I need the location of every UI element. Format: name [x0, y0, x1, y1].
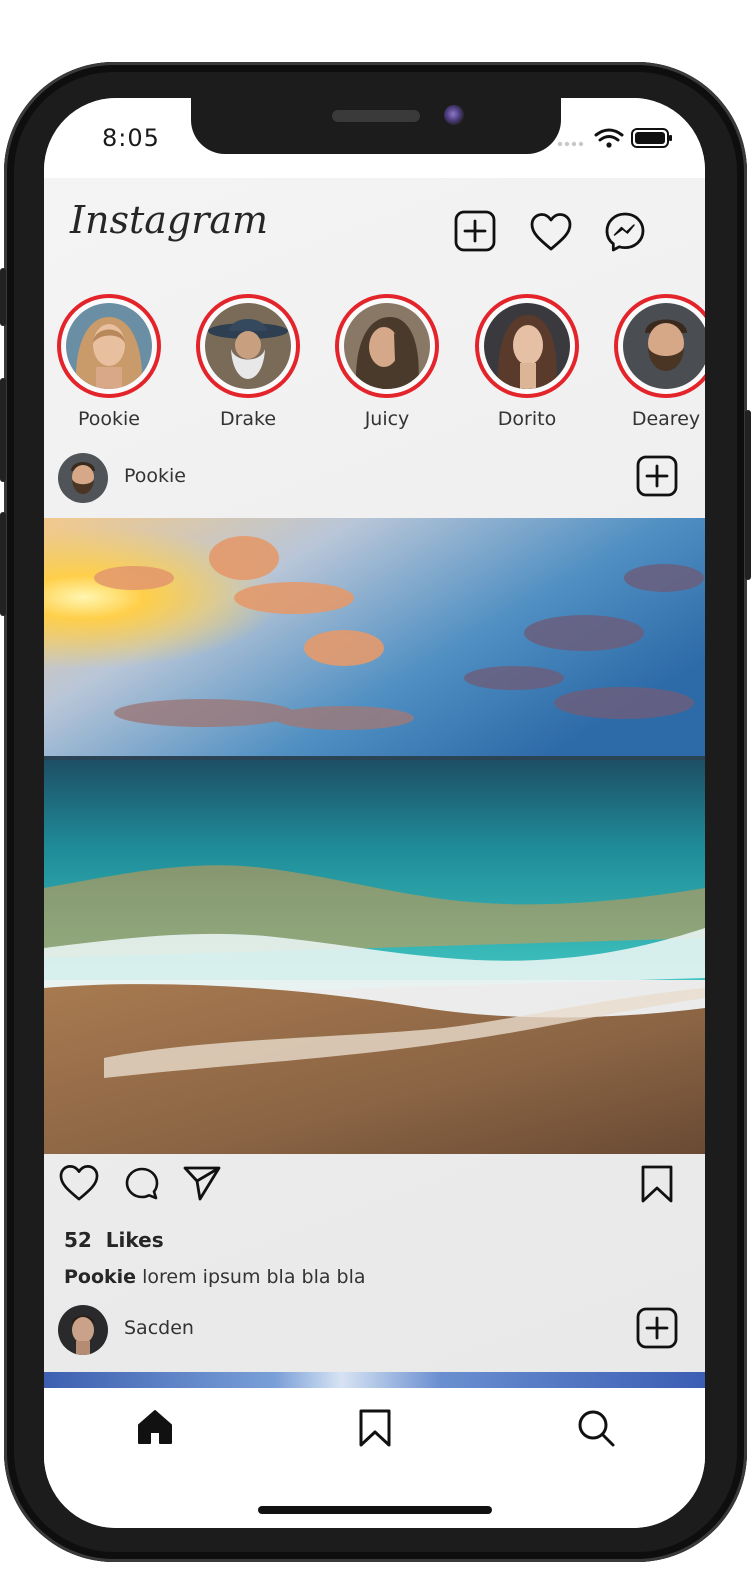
post-caption: Pookie lorem ipsum bla bla bla: [64, 1266, 366, 1288]
messenger-icon[interactable]: [604, 211, 646, 257]
volume-up-button: [0, 378, 6, 482]
post-image[interactable]: [44, 518, 705, 1154]
story-avatar: [205, 303, 291, 389]
instagram-logo: Instagram: [70, 198, 269, 242]
story-item[interactable]: Dorito: [467, 294, 587, 430]
wifi-icon: [594, 128, 624, 148]
story-name: Juicy: [364, 408, 410, 430]
avatar[interactable]: [58, 1305, 108, 1355]
add-post-icon[interactable]: [454, 210, 496, 256]
power-button: [745, 410, 751, 580]
avatar[interactable]: [58, 453, 108, 503]
screen: 8:05 Instagram Pookie Drake Juicy Dorito…: [44, 98, 705, 1528]
home-icon[interactable]: [136, 1408, 174, 1450]
volume-down-button: [0, 512, 6, 616]
likes-number: 52: [64, 1228, 92, 1252]
bookmark-icon[interactable]: [640, 1164, 674, 1208]
mute-switch: [0, 268, 6, 326]
story-name: Pookie: [77, 408, 140, 430]
story-avatar: [623, 303, 705, 389]
tab-bar: [44, 1388, 705, 1528]
story-avatar: [344, 303, 430, 389]
story-ring: [335, 294, 439, 398]
front-camera: [444, 105, 464, 125]
likes-label: Likes: [105, 1228, 164, 1252]
story-avatar: [66, 303, 152, 389]
post-header: Pookie: [44, 443, 705, 513]
story-avatar: [484, 303, 570, 389]
comment-icon[interactable]: [124, 1166, 160, 1206]
story-item[interactable]: Dearey: [606, 294, 705, 430]
status-icons: [556, 126, 676, 156]
post-username[interactable]: Pookie: [124, 465, 186, 487]
notch: [191, 98, 561, 154]
search-icon[interactable]: [576, 1408, 616, 1452]
home-indicator[interactable]: [258, 1506, 492, 1514]
story-ring: [614, 294, 705, 398]
add-post-icon[interactable]: [636, 1307, 678, 1353]
story-name: Drake: [219, 408, 277, 430]
story-name: Dearey: [631, 408, 701, 430]
story-name: Dorito: [497, 408, 557, 430]
post-header: Sacden: [44, 1295, 705, 1365]
likes-count[interactable]: 52 Likes: [64, 1228, 164, 1252]
signal-icon: [557, 141, 584, 147]
saved-icon[interactable]: [358, 1408, 392, 1452]
heart-icon[interactable]: [529, 212, 573, 256]
add-post-icon[interactable]: [636, 455, 678, 501]
story-item[interactable]: Pookie: [49, 294, 169, 430]
story-item[interactable]: Drake: [188, 294, 308, 430]
battery-icon: [631, 128, 672, 148]
story-ring: [57, 294, 161, 398]
caption-text: lorem ipsum bla bla bla: [142, 1266, 366, 1288]
share-icon[interactable]: [182, 1164, 222, 1206]
status-time: 8:05: [102, 124, 160, 152]
like-icon[interactable]: [58, 1164, 100, 1206]
post-username[interactable]: Sacden: [124, 1317, 194, 1339]
story-ring: [196, 294, 300, 398]
story-item[interactable]: Juicy: [327, 294, 447, 430]
speaker: [332, 110, 420, 122]
story-ring: [475, 294, 579, 398]
caption-username[interactable]: Pookie: [64, 1266, 136, 1288]
